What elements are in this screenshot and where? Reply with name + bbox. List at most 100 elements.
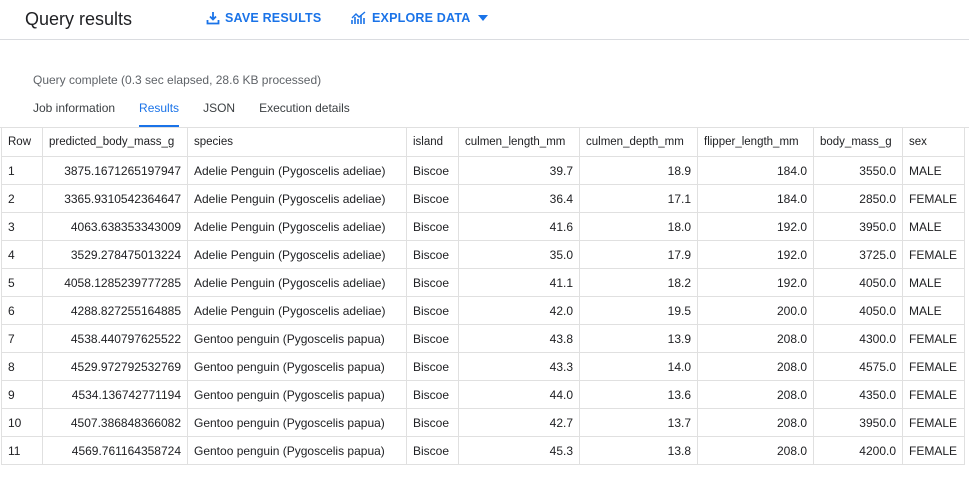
cell-row-number: 1 <box>1 156 43 185</box>
cell-body-mass-g: 4300.0 <box>813 324 903 353</box>
table-row[interactable]: 1 3875.1671265197947 Adelie Penguin (Pygos… <box>1 156 965 185</box>
tab-json[interactable]: JSON <box>203 101 235 125</box>
cell-row-number: 4 <box>1 240 43 269</box>
table-row[interactable]: 8 4529.972792532769 Gentoo penguin (Pygosc… <box>1 352 965 381</box>
cell-predicted-body-mass-g: 4058.1285239777285 <box>42 268 188 297</box>
cell-predicted-body-mass-g: 4534.136742771194 <box>42 380 188 409</box>
table-row[interactable]: 9 4534.136742771194 Gentoo penguin (Pygosc… <box>1 380 965 409</box>
cell-culmen-length-mm: 42.0 <box>458 296 580 325</box>
cell-island: Biscoe <box>406 408 459 437</box>
column-header-island[interactable]: island <box>406 127 459 157</box>
cell-culmen-depth-mm: 17.1 <box>579 184 698 213</box>
cell-row-number: 2 <box>1 184 43 213</box>
cell-island: Biscoe <box>406 352 459 381</box>
cell-flipper-length-mm: 184.0 <box>697 184 814 213</box>
cell-flipper-length-mm: 208.0 <box>697 408 814 437</box>
cell-flipper-length-mm: 208.0 <box>697 380 814 409</box>
column-header-predicted-body-mass-g[interactable]: predicted_body_mass_g <box>42 127 188 157</box>
cell-culmen-depth-mm: 13.6 <box>579 380 698 409</box>
cell-culmen-length-mm: 39.7 <box>458 156 580 185</box>
cell-flipper-length-mm: 200.0 <box>697 296 814 325</box>
cell-body-mass-g: 2850.0 <box>813 184 903 213</box>
cell-species: Adelie Penguin (Pygoscelis adeliae) <box>187 296 407 325</box>
tab-execution-details[interactable]: Execution details <box>259 101 350 125</box>
cell-row-number: 6 <box>1 296 43 325</box>
cell-culmen-length-mm: 41.1 <box>458 268 580 297</box>
cell-species: Gentoo penguin (Pygoscelis papua) <box>187 408 407 437</box>
column-header-row[interactable]: Row <box>1 127 43 157</box>
cell-predicted-body-mass-g: 3365.9310542364647 <box>42 184 188 213</box>
cell-body-mass-g: 3550.0 <box>813 156 903 185</box>
cell-flipper-length-mm: 192.0 <box>697 268 814 297</box>
column-header-species[interactable]: species <box>187 127 407 157</box>
cell-sex: MALE <box>902 296 965 325</box>
cell-sex: MALE <box>902 156 965 185</box>
table-row[interactable]: 3 4063.638353343009 Adelie Penguin (Pygosc… <box>1 212 965 241</box>
cell-species: Adelie Penguin (Pygoscelis adeliae) <box>187 212 407 241</box>
cell-culmen-depth-mm: 18.9 <box>579 156 698 185</box>
table-row[interactable]: 11 4569.761164358724 Gentoo penguin (Pygos… <box>1 436 965 465</box>
cell-island: Biscoe <box>406 212 459 241</box>
column-header-sex[interactable]: sex <box>902 127 965 157</box>
cell-culmen-length-mm: 43.3 <box>458 352 580 381</box>
cell-body-mass-g: 4200.0 <box>813 436 903 465</box>
cell-flipper-length-mm: 192.0 <box>697 240 814 269</box>
cell-culmen-length-mm: 36.4 <box>458 184 580 213</box>
table-row[interactable]: 4 3529.278475013224 Adelie Penguin (Pygosc… <box>1 240 965 269</box>
cell-species: Adelie Penguin (Pygoscelis adeliae) <box>187 184 407 213</box>
table-header-row: Row predicted_body_mass_g species island… <box>1 127 965 157</box>
cell-culmen-depth-mm: 13.9 <box>579 324 698 353</box>
cell-flipper-length-mm: 208.0 <box>697 324 814 353</box>
cell-predicted-body-mass-g: 4538.440797625522 <box>42 324 188 353</box>
cell-sex: FEMALE <box>902 240 965 269</box>
cell-body-mass-g: 4050.0 <box>813 296 903 325</box>
cell-culmen-length-mm: 44.0 <box>458 380 580 409</box>
column-header-flipper-length-mm[interactable]: flipper_length_mm <box>697 127 814 157</box>
cell-culmen-depth-mm: 14.0 <box>579 352 698 381</box>
tab-results[interactable]: Results <box>139 101 180 127</box>
cell-flipper-length-mm: 208.0 <box>697 436 814 465</box>
cell-island: Biscoe <box>406 268 459 297</box>
cell-species: Adelie Penguin (Pygoscelis adeliae) <box>187 240 407 269</box>
column-header-culmen-depth-mm[interactable]: culmen_depth_mm <box>579 127 698 157</box>
cell-culmen-length-mm: 45.3 <box>458 436 580 465</box>
table-row[interactable]: 6 4288.827255164885 Adelie Penguin (Pygosc… <box>1 296 965 325</box>
cell-predicted-body-mass-g: 4288.827255164885 <box>42 296 188 325</box>
table-row[interactable]: 5 4058.1285239777285 Adelie Penguin (Pygos… <box>1 268 965 297</box>
cell-species: Gentoo penguin (Pygoscelis papua) <box>187 380 407 409</box>
cell-culmen-depth-mm: 18.0 <box>579 212 698 241</box>
results-header: Query results SAVE RESULTS EXPLORE DATA <box>0 0 969 40</box>
cell-row-number: 3 <box>1 212 43 241</box>
cell-species: Gentoo penguin (Pygoscelis papua) <box>187 324 407 353</box>
cell-culmen-length-mm: 35.0 <box>458 240 580 269</box>
cell-predicted-body-mass-g: 4569.761164358724 <box>42 436 188 465</box>
cell-row-number: 8 <box>1 352 43 381</box>
results-tabs: Job information Results JSON Execution d… <box>33 101 374 127</box>
cell-predicted-body-mass-g: 4507.386848366082 <box>42 408 188 437</box>
cell-body-mass-g: 4575.0 <box>813 352 903 381</box>
save-results-button[interactable]: SAVE RESULTS <box>206 11 321 25</box>
table-row[interactable]: 10 4507.386848366082 Gentoo penguin (Pygos… <box>1 408 965 437</box>
table-row[interactable]: 2 3365.9310542364647 Adelie Penguin (Pygos… <box>1 184 965 213</box>
cell-predicted-body-mass-g: 4063.638353343009 <box>42 212 188 241</box>
cell-body-mass-g: 4350.0 <box>813 380 903 409</box>
cell-culmen-depth-mm: 17.9 <box>579 240 698 269</box>
cell-species: Gentoo penguin (Pygoscelis papua) <box>187 436 407 465</box>
cell-body-mass-g: 3725.0 <box>813 240 903 269</box>
column-header-body-mass-g[interactable]: body_mass_g <box>813 127 903 157</box>
tab-job-information[interactable]: Job information <box>33 101 115 125</box>
cell-row-number: 7 <box>1 324 43 353</box>
cell-sex: FEMALE <box>902 324 965 353</box>
cell-culmen-length-mm: 42.7 <box>458 408 580 437</box>
table-row[interactable]: 7 4538.440797625522 Gentoo penguin (Pygosc… <box>1 324 965 353</box>
chart-icon <box>351 11 366 24</box>
cell-island: Biscoe <box>406 380 459 409</box>
query-status: Query complete (0.3 sec elapsed, 28.6 KB… <box>33 73 322 87</box>
cell-sex: FEMALE <box>902 352 965 381</box>
column-header-culmen-length-mm[interactable]: culmen_length_mm <box>458 127 580 157</box>
explore-data-label: EXPLORE DATA <box>372 11 471 25</box>
save-results-label: SAVE RESULTS <box>225 11 322 25</box>
caret-down-icon[interactable] <box>478 14 489 22</box>
explore-data-button[interactable]: EXPLORE DATA <box>351 11 493 25</box>
cell-island: Biscoe <box>406 240 459 269</box>
